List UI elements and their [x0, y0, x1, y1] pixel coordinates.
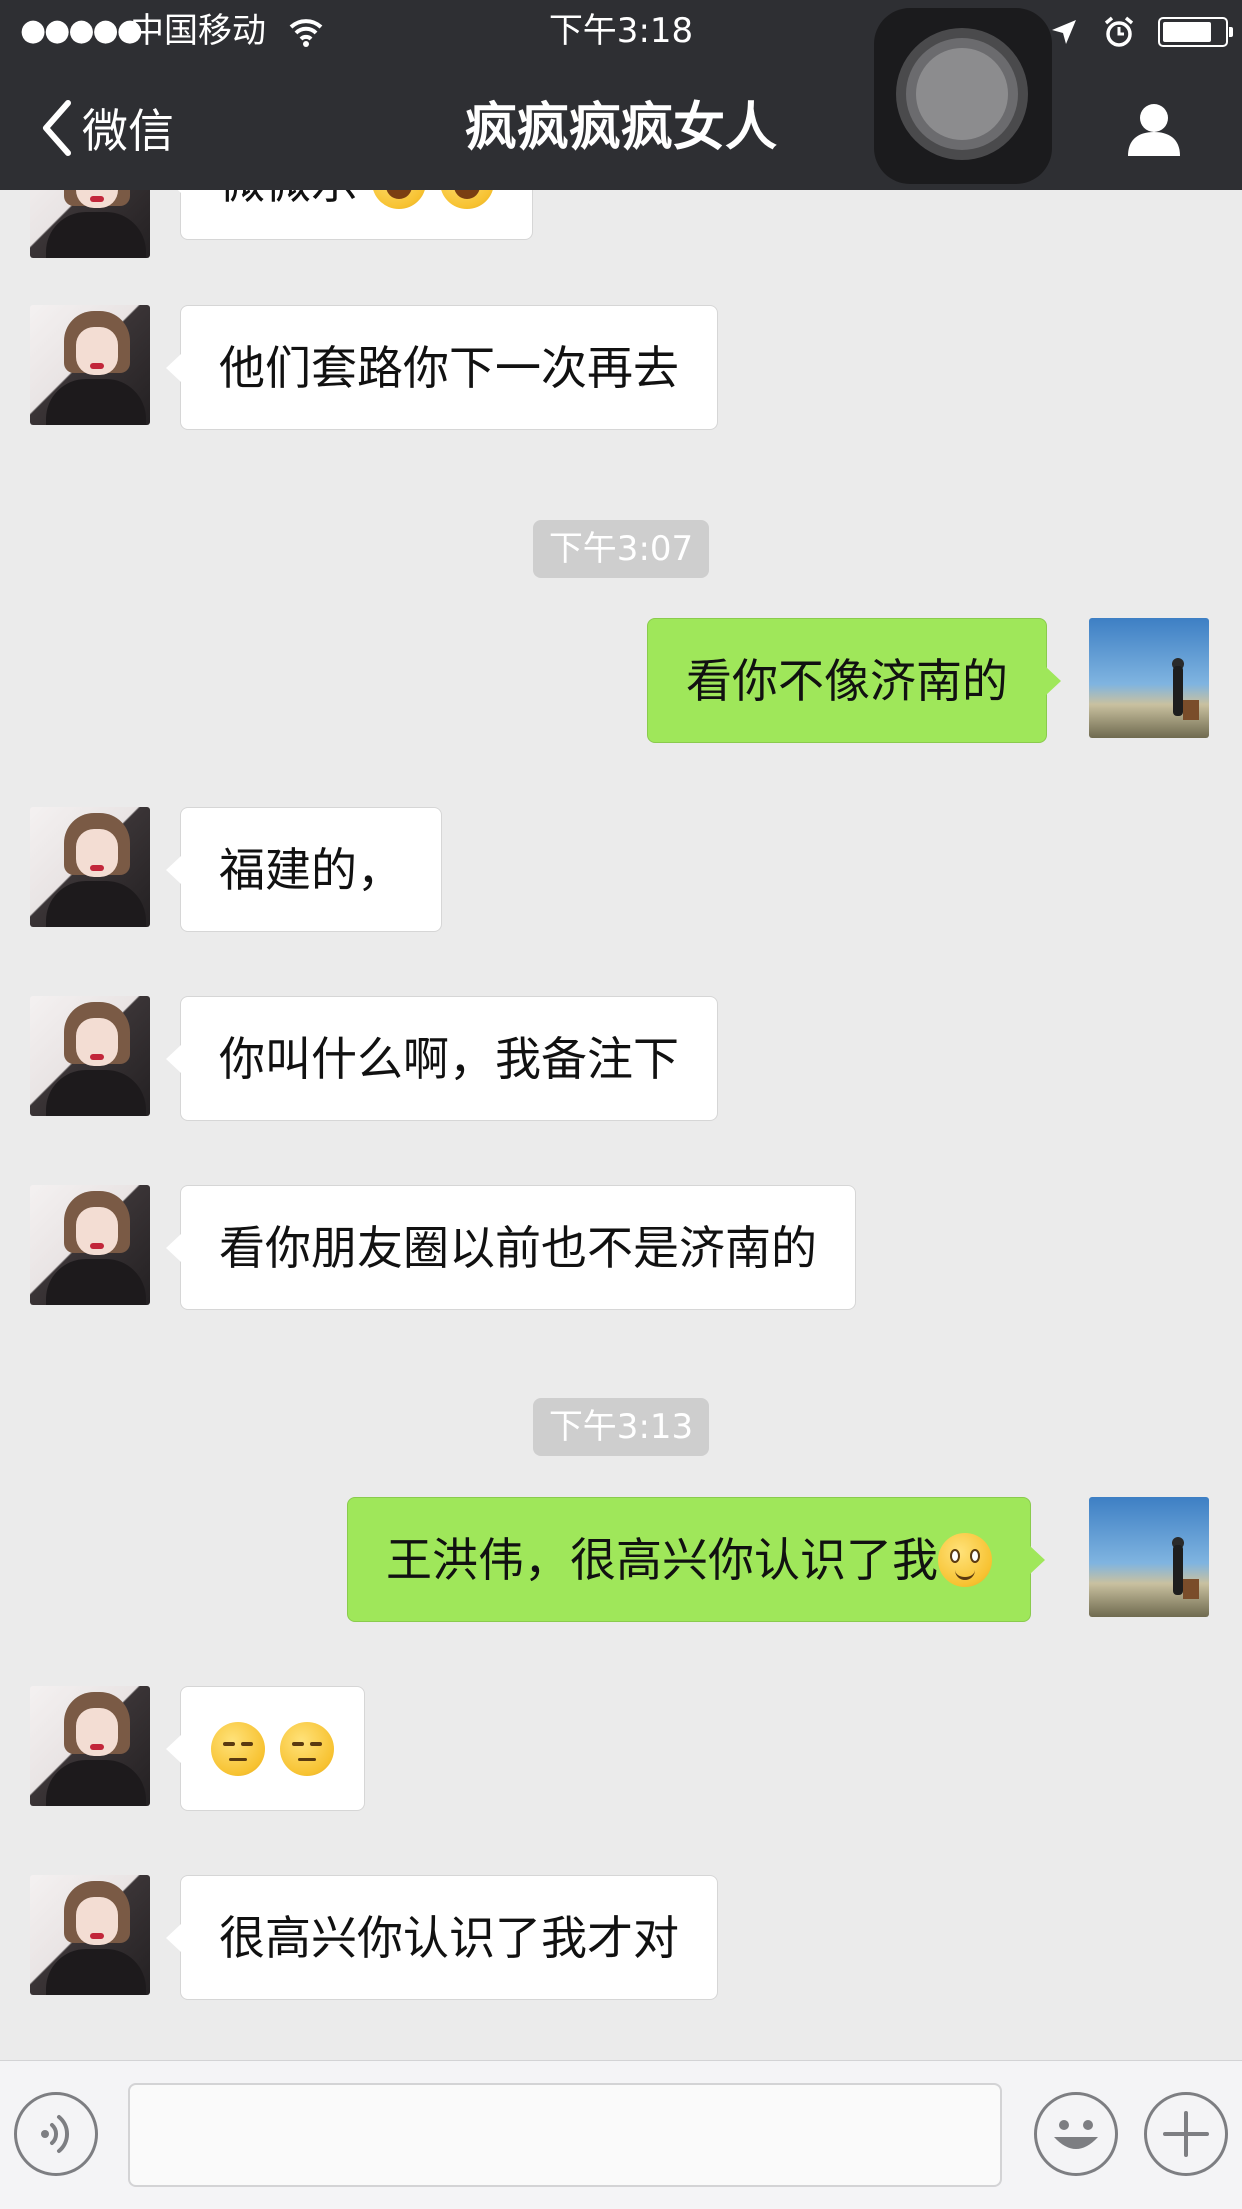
message-text: 王洪伟，很高兴你认识了我	[386, 1533, 938, 1587]
more-button[interactable]	[1144, 2092, 1228, 2176]
incoming-message[interactable]: 福建的，	[166, 807, 442, 932]
voice-button[interactable]	[14, 2092, 98, 2176]
contact-icon[interactable]	[1124, 98, 1184, 158]
message-text: 看你不像济南的	[686, 654, 1008, 708]
unamused-emoji-icon	[211, 1721, 265, 1776]
message-text: 他们套路你下一次再去	[219, 341, 679, 395]
voice-icon	[41, 2115, 70, 2153]
incoming-message[interactable]: 很高兴你认识了我才对	[166, 1875, 718, 2000]
contact-avatar[interactable]	[30, 1875, 150, 1995]
emoji-button[interactable]	[1034, 2092, 1118, 2176]
navigation-bar: 微信 疯疯疯疯女人	[0, 62, 1242, 190]
my-avatar[interactable]	[1089, 1497, 1209, 1617]
unamused-emoji-icon	[279, 1721, 334, 1776]
plus-icon	[1163, 2111, 1209, 2157]
alarm-icon	[1104, 16, 1134, 47]
incoming-message[interactable]	[166, 1686, 365, 1811]
contact-avatar[interactable]	[30, 1686, 150, 1806]
timestamp: 下午3:13	[0, 1398, 1242, 1456]
outgoing-message[interactable]: 王洪伟，很高兴你认识了我	[347, 1497, 1045, 1622]
status-bar: ●●●●● 中国移动 下午3:18	[0, 0, 1242, 62]
message-text: 看你朋友圈以前也不是济南的	[219, 1221, 817, 1275]
outgoing-message[interactable]: 看你不像济南的	[647, 618, 1061, 743]
contact-avatar[interactable]	[30, 807, 150, 927]
message-text: 你叫什么啊，我备注下	[219, 1032, 679, 1086]
contact-avatar[interactable]	[30, 305, 150, 425]
message-input[interactable]	[128, 2083, 1002, 2187]
emoji-icon	[1054, 2120, 1098, 2149]
contact-avatar[interactable]	[30, 996, 150, 1116]
timestamp-text: 下午3:13	[532, 1398, 710, 1456]
smile-emoji-icon	[938, 1532, 992, 1587]
incoming-message[interactable]: 他们套路你下一次再去	[166, 305, 718, 430]
incoming-message[interactable]: 你叫什么啊，我备注下	[166, 996, 718, 1121]
top-bar: ●●●●● 中国移动 下午3:18 微信 疯疯疯疯女人	[0, 0, 1242, 190]
message-text: 很高兴你认识了我才对	[219, 1911, 679, 1965]
message-text: 福建的，	[219, 843, 403, 897]
chat-title: 疯疯疯疯女人	[464, 98, 777, 158]
my-avatar[interactable]	[1089, 618, 1209, 738]
location-arrow-icon	[1052, 20, 1076, 44]
timestamp: 下午3:07	[0, 520, 1242, 578]
input-bar	[0, 2060, 1242, 2209]
chat-area[interactable]: 微微乐 他们套路你下一次再去 下午3:07 看你不像济南的 福建的， 你叫什么啊…	[0, 0, 1242, 2060]
contact-avatar[interactable]	[30, 1185, 150, 1305]
timestamp-text: 下午3:07	[532, 520, 710, 578]
incoming-message[interactable]: 看你朋友圈以前也不是济南的	[166, 1185, 856, 1310]
battery-icon	[1158, 17, 1233, 47]
assistive-touch-button[interactable]	[874, 8, 1052, 184]
